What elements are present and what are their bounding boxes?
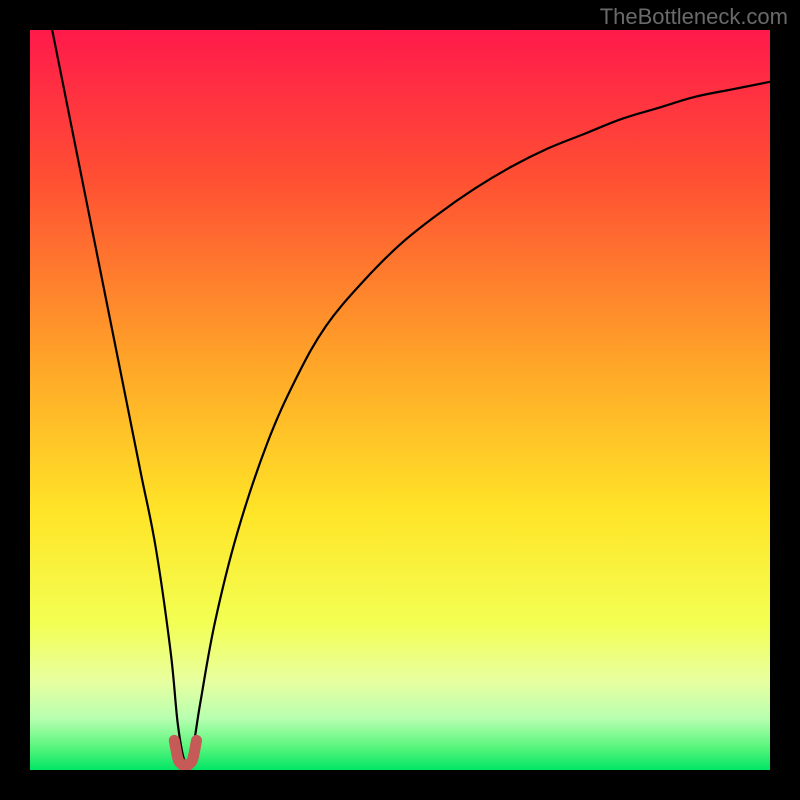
watermark-text: TheBottleneck.com <box>600 4 788 30</box>
bottleneck-chart <box>30 30 770 770</box>
outer-frame: TheBottleneck.com <box>0 0 800 800</box>
gradient-background <box>30 30 770 770</box>
